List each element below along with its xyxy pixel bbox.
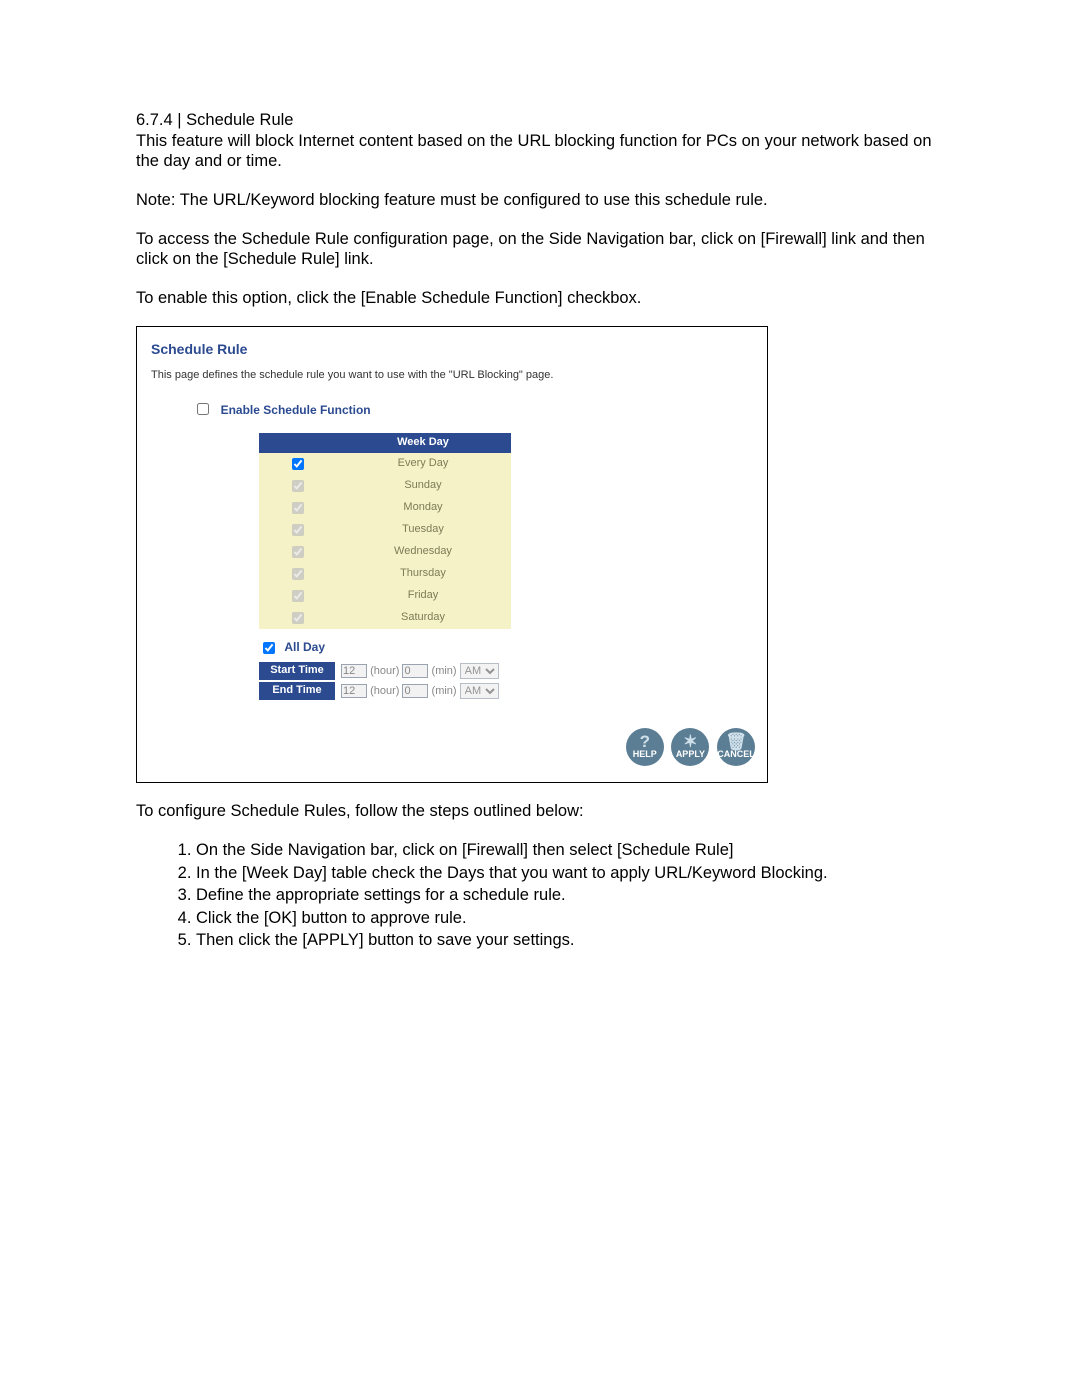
- table-row: Saturday: [259, 607, 511, 629]
- list-item: Click the [OK] button to approve rule.: [196, 908, 944, 929]
- enable-schedule-row: Enable Schedule Function: [193, 399, 753, 420]
- day-label: Every Day: [335, 453, 511, 475]
- list-item: Then click the [APPLY] button to save yo…: [196, 930, 944, 951]
- config-intro: To configure Schedule Rules, follow the …: [136, 801, 944, 822]
- time-table: Start Time (hour) (min) AM End Time (hou…: [259, 660, 500, 702]
- cancel-icon: 🗑: [717, 733, 755, 750]
- day-label: Saturday: [335, 607, 511, 629]
- day-checkbox-monday[interactable]: [292, 502, 304, 514]
- day-checkbox-thursday[interactable]: [292, 568, 304, 580]
- day-checkbox-everyday[interactable]: [292, 458, 304, 470]
- day-checkbox-saturday[interactable]: [292, 612, 304, 624]
- help-button[interactable]: ? HELP: [626, 728, 664, 766]
- weekday-table: Week Day Every Day Sunday Monday Tuesday…: [259, 433, 511, 629]
- min-unit: (min): [432, 665, 457, 677]
- all-day-row: All Day: [259, 639, 753, 657]
- start-min-input[interactable]: [402, 664, 428, 678]
- table-row: Friday: [259, 585, 511, 607]
- all-day-label: All Day: [284, 640, 325, 654]
- help-button-label: HELP: [626, 749, 664, 760]
- start-hour-input[interactable]: [341, 664, 367, 678]
- help-icon: ?: [626, 733, 664, 750]
- table-row: Wednesday: [259, 541, 511, 563]
- end-ampm-select[interactable]: AM: [460, 683, 499, 699]
- end-time-row: End Time (hour) (min) AM: [259, 682, 500, 700]
- day-checkbox-sunday[interactable]: [292, 480, 304, 492]
- apply-button-label: APPLY: [671, 749, 709, 760]
- list-item: Define the appropriate settings for a sc…: [196, 885, 944, 906]
- panel-desc: This page defines the schedule rule you …: [151, 369, 753, 383]
- list-item: On the Side Navigation bar, click on [Fi…: [196, 840, 944, 861]
- day-label: Tuesday: [335, 519, 511, 541]
- end-time-label: End Time: [259, 682, 335, 700]
- table-row: Tuesday: [259, 519, 511, 541]
- start-ampm-select[interactable]: AM: [460, 663, 499, 679]
- enable-schedule-label: Enable Schedule Function: [221, 403, 371, 417]
- table-row: Every Day: [259, 453, 511, 475]
- panel-title: Schedule Rule: [151, 341, 753, 359]
- apply-icon: ✶: [671, 733, 709, 750]
- day-checkbox-wednesday[interactable]: [292, 546, 304, 558]
- day-label: Friday: [335, 585, 511, 607]
- start-time-label: Start Time: [259, 662, 335, 680]
- all-day-checkbox[interactable]: [263, 642, 275, 654]
- min-unit: (min): [432, 685, 457, 697]
- day-checkbox-tuesday[interactable]: [292, 524, 304, 536]
- day-checkbox-friday[interactable]: [292, 590, 304, 602]
- section-heading: 6.7.4 | Schedule Rule: [136, 110, 944, 131]
- button-row: ? HELP ✶ APPLY 🗑 CANCEL: [151, 728, 755, 766]
- day-label: Sunday: [335, 475, 511, 497]
- enable-text: To enable this option, click the [Enable…: [136, 288, 944, 309]
- hour-unit: (hour): [370, 665, 399, 677]
- start-time-row: Start Time (hour) (min) AM: [259, 662, 500, 680]
- access-text: To access the Schedule Rule configuratio…: [136, 229, 944, 270]
- list-item: In the [Week Day] table check the Days t…: [196, 863, 944, 884]
- enable-schedule-checkbox[interactable]: [197, 403, 209, 415]
- day-label: Thursday: [335, 563, 511, 585]
- weekday-header: Week Day: [335, 433, 511, 453]
- cancel-button-label: CANCEL: [717, 749, 755, 760]
- day-label: Wednesday: [335, 541, 511, 563]
- intro-text: This feature will block Internet content…: [136, 131, 944, 172]
- end-hour-input[interactable]: [341, 684, 367, 698]
- cancel-button[interactable]: 🗑 CANCEL: [717, 728, 755, 766]
- table-row: Thursday: [259, 563, 511, 585]
- hour-unit: (hour): [370, 685, 399, 697]
- document-page: 6.7.4 | Schedule Rule This feature will …: [0, 0, 1080, 1069]
- table-row: Monday: [259, 497, 511, 519]
- schedule-rule-panel: Schedule Rule This page defines the sche…: [136, 326, 768, 783]
- weekday-check-header: [259, 433, 335, 453]
- end-min-input[interactable]: [402, 684, 428, 698]
- table-row: Sunday: [259, 475, 511, 497]
- note-text: Note: The URL/Keyword blocking feature m…: [136, 190, 944, 211]
- steps-list: On the Side Navigation bar, click on [Fi…: [136, 840, 944, 951]
- day-label: Monday: [335, 497, 511, 519]
- apply-button[interactable]: ✶ APPLY: [671, 728, 709, 766]
